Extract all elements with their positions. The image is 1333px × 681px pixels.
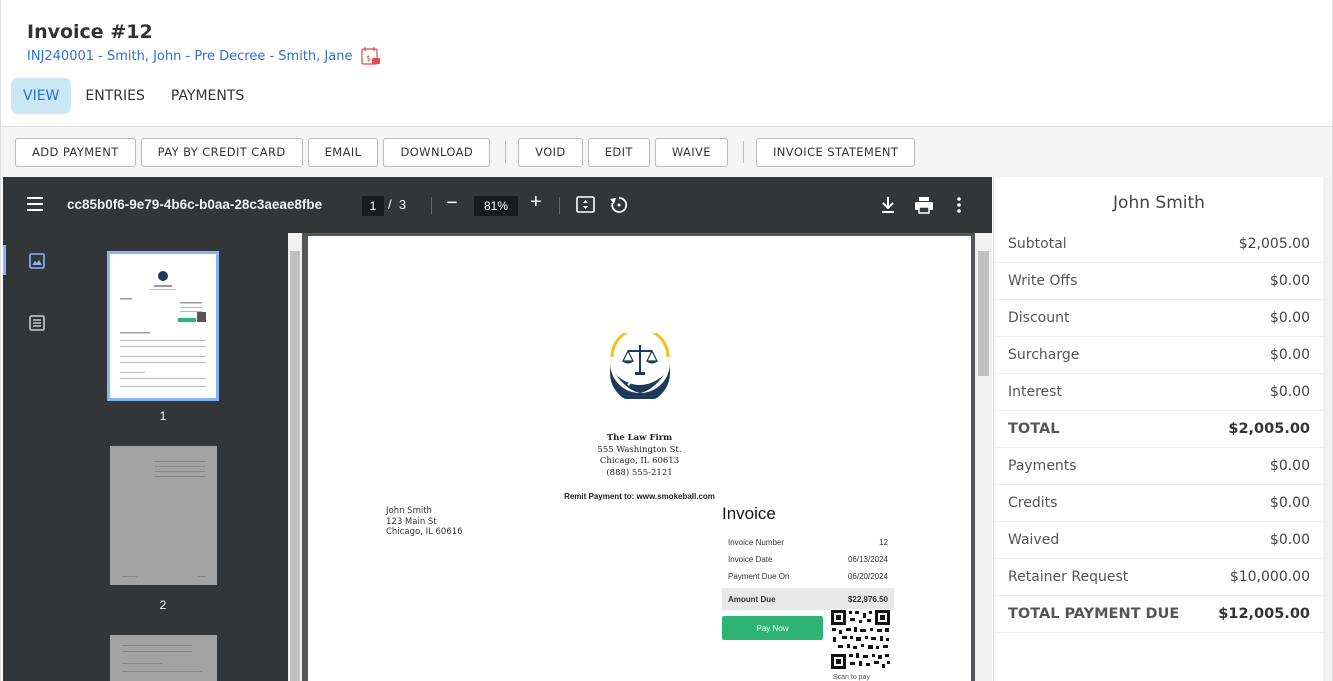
total-pages: 3 [398, 197, 407, 212]
tab-entries[interactable]: ENTRIES [73, 78, 156, 114]
email-button[interactable]: EMAIL [307, 137, 379, 167]
invoice-header: Invoice #12 INJ240001 - Smith, John - Pr… [1, 0, 1332, 127]
page-title: Invoice #12 [27, 21, 153, 43]
summary-row-interest: Interest $0.00 [994, 374, 1324, 411]
amount-due-row: Amount Due $22,976.50 [722, 588, 894, 610]
summary-scrollbar[interactable] [1323, 177, 1332, 681]
pdf-viewer: cc85b0f6-9e79-4b6c-b0aa-28c3aeae8fbe 1 /… [3, 177, 992, 681]
page-thumbnail-2[interactable] [110, 446, 217, 585]
firm-phone: (888) 555-2121 [606, 467, 673, 478]
pdf-scrollbar[interactable] [975, 233, 992, 681]
page-count: / 3 [388, 197, 406, 212]
toolbar-divider [431, 197, 432, 214]
invoice-date-row: Invoice Date 06/13/2024 [728, 555, 888, 564]
due-date-row: Payment Due On 06/20/2024 [728, 572, 888, 581]
calendar-invoice-icon[interactable]: $ [360, 46, 382, 66]
tab-bar: VIEW ENTRIES PAYMENTS [11, 78, 258, 114]
summary-row-waived: Waived $0.00 [994, 522, 1324, 559]
tab-payments[interactable]: PAYMENTS [159, 78, 256, 114]
add-payment-button[interactable]: ADD PAYMENT [15, 137, 136, 167]
summary-row-total: TOTAL $2,005.00 [994, 411, 1324, 448]
client-name: John Smith [386, 506, 432, 516]
page-thumbnail-1[interactable] [107, 251, 219, 401]
invoice-details: Invoice Number 12 Invoice Date 06/13/2024 … [722, 534, 894, 610]
void-button[interactable]: VOID [518, 137, 583, 167]
active-indicator [3, 245, 6, 275]
remit-text: Remit Payment to: www.smokeball.com [564, 492, 715, 501]
invoice-statement-button[interactable]: INVOICE STATEMENT [755, 137, 916, 167]
page-separator: / [388, 197, 392, 212]
pdf-page: The Law Firm 555 Washington St. Chicago,… [308, 236, 971, 681]
app-root: Invoice #12 INJ240001 - Smith, John - Pr… [0, 0, 1333, 681]
pdf-toolbar: cc85b0f6-9e79-4b6c-b0aa-28c3aeae8fbe 1 /… [3, 177, 992, 233]
thumbnails-icon[interactable] [29, 253, 45, 269]
matter-link[interactable]: INJ240001 - Smith, John - Pre Decree - S… [27, 49, 352, 64]
qr-code [830, 609, 891, 670]
page-number-input[interactable]: 1 [362, 196, 384, 216]
download-button[interactable]: DOWNLOAD [383, 137, 491, 167]
svg-text:$: $ [366, 54, 371, 63]
summary-row-surcharge: Surcharge $0.00 [994, 337, 1324, 374]
more-options-icon[interactable] [956, 196, 962, 214]
invoice-number-row: Invoice Number 12 [728, 538, 888, 547]
pdf-sidebar [3, 233, 78, 681]
invoice-heading: Invoice [722, 504, 776, 523]
thumbnail-label: 2 [159, 598, 167, 612]
rotate-icon[interactable] [609, 195, 629, 215]
outline-icon[interactable] [29, 315, 45, 331]
toolbar-divider [742, 141, 744, 163]
firm-name: The Law Firm [606, 433, 673, 443]
zoom-in-icon[interactable]: + [530, 191, 542, 214]
action-toolbar: ADD PAYMENT PAY BY CREDIT CARD EMAIL DOW… [1, 127, 1332, 177]
download-icon[interactable] [880, 196, 896, 214]
zoom-level-input[interactable]: 81% [474, 196, 518, 216]
pay-by-credit-card-button[interactable]: PAY BY CREDIT CARD [140, 137, 303, 167]
summary-client-name: John Smith [1113, 193, 1205, 213]
client-city: Chicago, IL 60616 [386, 527, 463, 537]
thumbnail-preview [122, 461, 206, 577]
toolbar-divider [505, 141, 507, 163]
firm-street: 555 Washington St. [597, 444, 682, 455]
print-icon[interactable] [914, 196, 934, 214]
summary-row-total-payment-due: TOTAL PAYMENT DUE $12,005.00 [994, 596, 1324, 633]
matter-link-row: INJ240001 - Smith, John - Pre Decree - S… [27, 46, 382, 66]
toolbar-divider [559, 197, 560, 214]
client-street: 123 Main St [386, 516, 437, 527]
summary-row-payments: Payments $0.00 [994, 448, 1324, 485]
pdf-file-name: cc85b0f6-9e79-4b6c-b0aa-28c3aeae8fbe [67, 197, 323, 212]
menu-icon[interactable] [27, 197, 43, 211]
page-thumbnail-3[interactable] [110, 635, 217, 681]
client-address: John Smith 123 Main St Chicago, IL 60616 [386, 506, 463, 538]
zoom-out-icon[interactable]: − [446, 192, 458, 215]
law-firm-logo [610, 333, 670, 399]
tab-view[interactable]: VIEW [11, 78, 72, 114]
firm-city: Chicago, IL 60613 [599, 456, 680, 466]
invoice-summary-panel: John Smith Subtotal $2,005.00 Write Offs $… [993, 177, 1324, 681]
summary-row-retainer-request: Retainer Request $10,000.00 [994, 559, 1324, 596]
thumbnail-preview [122, 645, 202, 672]
summary-row-write-offs: Write Offs $0.00 [994, 263, 1324, 300]
thumbnail-scrollbar[interactable] [288, 233, 302, 681]
fit-page-icon[interactable] [576, 196, 596, 214]
thumbnail-panel: 1 2 [78, 233, 288, 681]
thumbnail-preview [120, 271, 206, 387]
scan-to-pay-text: Scan to pay [833, 674, 870, 681]
waive-button[interactable]: WAIVE [654, 137, 728, 167]
summary-row-subtotal: Subtotal $2,005.00 [994, 226, 1324, 263]
summary-row-discount: Discount $0.00 [994, 300, 1324, 337]
firm-info: The Law Firm 555 Washington St. Chicago,… [308, 433, 971, 479]
thumbnail-label: 1 [159, 409, 167, 423]
edit-button[interactable]: EDIT [587, 137, 650, 167]
summary-list: Subtotal $2,005.00 Write Offs $0.00 Discou… [994, 226, 1324, 633]
pay-now-button[interactable]: Pay Now [722, 616, 823, 640]
summary-row-credits: Credits $0.00 [994, 485, 1324, 522]
